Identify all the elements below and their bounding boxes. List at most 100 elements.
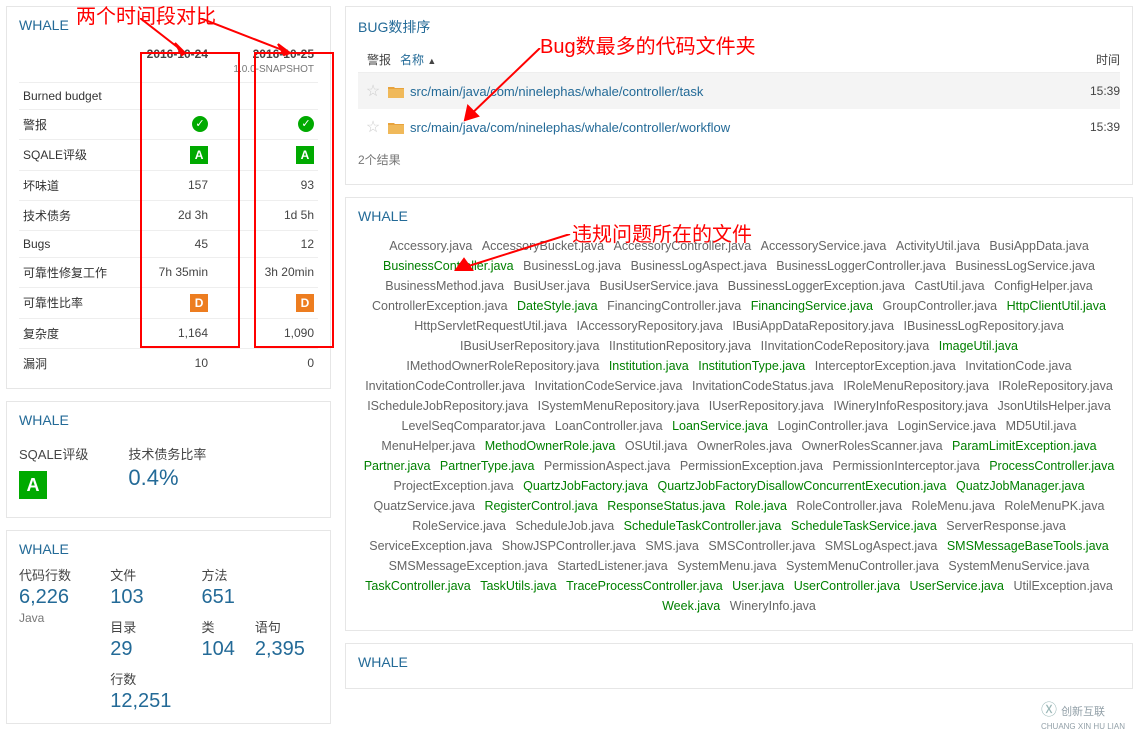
- file-item[interactable]: UserController.java: [794, 576, 900, 596]
- file-item[interactable]: ParamLimitException.java: [952, 436, 1097, 456]
- file-item[interactable]: BusinessController.java: [383, 256, 514, 276]
- file-item[interactable]: IBusiAppDataRepository.java: [732, 316, 894, 336]
- file-item[interactable]: QuartzJobFactory.java: [523, 476, 648, 496]
- file-item[interactable]: BusinessLog.java: [523, 256, 621, 276]
- bug-row[interactable]: ☆src/main/java/com/ninelephas/whale/cont…: [358, 109, 1120, 145]
- file-item[interactable]: RoleService.java: [412, 516, 506, 536]
- file-item[interactable]: LoginController.java: [777, 416, 888, 436]
- file-item[interactable]: JsonUtilsHelper.java: [998, 396, 1111, 416]
- file-item[interactable]: ScheduleTaskController.java: [624, 516, 782, 536]
- stmt-val[interactable]: 2,395: [255, 638, 305, 661]
- star-icon[interactable]: ☆: [358, 81, 388, 101]
- file-item[interactable]: HttpServletRequestUtil.java: [414, 316, 567, 336]
- file-item[interactable]: InterceptorException.java: [815, 356, 956, 376]
- file-item[interactable]: ServiceException.java: [369, 536, 492, 556]
- lines-val[interactable]: 12,251: [110, 690, 193, 713]
- file-item[interactable]: AccessoryController.java: [614, 236, 752, 256]
- bug-path[interactable]: src/main/java/com/ninelephas/whale/contr…: [388, 84, 1060, 99]
- file-item[interactable]: ActivityUtil.java: [896, 236, 980, 256]
- file-item[interactable]: InvitationCodeController.java: [365, 376, 525, 396]
- file-item[interactable]: QuatzJobManager.java: [956, 476, 1085, 496]
- file-item[interactable]: RoleMenu.java: [912, 496, 995, 516]
- file-item[interactable]: WineryInfo.java: [730, 596, 816, 616]
- file-item[interactable]: ImageUtil.java: [939, 336, 1018, 356]
- file-item[interactable]: StartedListener.java: [557, 556, 668, 576]
- file-item[interactable]: IScheduleJobRepository.java: [367, 396, 528, 416]
- file-item[interactable]: SMSMessageException.java: [389, 556, 548, 576]
- file-item[interactable]: OSUtil.java: [625, 436, 688, 456]
- files-val[interactable]: 103: [110, 586, 193, 609]
- file-item[interactable]: IInstitutionRepository.java: [609, 336, 751, 356]
- file-item[interactable]: SMSLogAspect.java: [825, 536, 938, 556]
- file-item[interactable]: ProcessController.java: [989, 456, 1114, 476]
- file-item[interactable]: ScheduleTaskService.java: [791, 516, 937, 536]
- star-icon[interactable]: ☆: [358, 117, 388, 137]
- file-item[interactable]: IBusiUserRepository.java: [460, 336, 599, 356]
- file-item[interactable]: UserService.java: [910, 576, 1004, 596]
- file-item[interactable]: FinancingService.java: [751, 296, 873, 316]
- classes-val[interactable]: 104: [201, 638, 234, 661]
- file-item[interactable]: ISystemMenuRepository.java: [538, 396, 700, 416]
- file-item[interactable]: TaskController.java: [365, 576, 471, 596]
- file-item[interactable]: IInvitationCodeRepository.java: [761, 336, 930, 356]
- file-item[interactable]: HttpClientUtil.java: [1007, 296, 1106, 316]
- file-item[interactable]: BusinessLogAspect.java: [631, 256, 767, 276]
- file-item[interactable]: Institution.java: [609, 356, 689, 376]
- file-item[interactable]: RoleMenuPK.java: [1004, 496, 1104, 516]
- file-item[interactable]: InvitationCodeService.java: [535, 376, 683, 396]
- file-item[interactable]: SystemMenuController.java: [786, 556, 939, 576]
- file-item[interactable]: ConfigHelper.java: [994, 276, 1093, 296]
- file-item[interactable]: ProjectException.java: [393, 476, 513, 496]
- file-item[interactable]: ShowJSPController.java: [502, 536, 636, 556]
- file-item[interactable]: PermissionException.java: [680, 456, 823, 476]
- file-item[interactable]: IWineryInfoRespository.java: [833, 396, 988, 416]
- file-item[interactable]: ControllerException.java: [372, 296, 508, 316]
- loc-val[interactable]: 6,226: [19, 586, 102, 609]
- file-item[interactable]: Partner.java: [364, 456, 431, 476]
- file-item[interactable]: BusinessLoggerController.java: [776, 256, 946, 276]
- col-alert[interactable]: 警报: [358, 51, 400, 68]
- file-item[interactable]: Role.java: [735, 496, 787, 516]
- file-item[interactable]: RegisterControl.java: [484, 496, 597, 516]
- file-item[interactable]: BusiAppData.java: [989, 236, 1088, 256]
- dirs-val[interactable]: 29: [110, 638, 193, 661]
- file-item[interactable]: SystemMenuService.java: [948, 556, 1089, 576]
- methods-val[interactable]: 651: [201, 586, 234, 609]
- file-item[interactable]: AccessoryBucket.java: [482, 236, 604, 256]
- file-item[interactable]: BusiUserService.java: [599, 276, 718, 296]
- file-item[interactable]: InvitationCodeStatus.java: [692, 376, 834, 396]
- file-item[interactable]: ScheduleJob.java: [515, 516, 614, 536]
- file-item[interactable]: TraceProcessController.java: [566, 576, 723, 596]
- file-item[interactable]: AccessoryService.java: [761, 236, 887, 256]
- file-item[interactable]: QuartzJobFactoryDisallowConcurrentExecut…: [657, 476, 946, 496]
- file-item[interactable]: BusiUser.java: [514, 276, 590, 296]
- file-item[interactable]: MD5Util.java: [1006, 416, 1077, 436]
- file-item[interactable]: LevelSeqComparator.java: [402, 416, 546, 436]
- file-item[interactable]: PermissionInterceptor.java: [832, 456, 979, 476]
- file-item[interactable]: MenuHelper.java: [381, 436, 475, 456]
- file-item[interactable]: ServerResponse.java: [946, 516, 1066, 536]
- file-item[interactable]: FinancingController.java: [607, 296, 741, 316]
- bug-row[interactable]: ☆src/main/java/com/ninelephas/whale/cont…: [358, 73, 1120, 109]
- file-item[interactable]: InvitationCode.java: [965, 356, 1071, 376]
- file-item[interactable]: Accessory.java: [389, 236, 472, 256]
- file-item[interactable]: MethodOwnerRole.java: [485, 436, 616, 456]
- file-item[interactable]: BussinessLoggerException.java: [728, 276, 905, 296]
- col-name[interactable]: 名称 ▲: [400, 51, 1060, 68]
- file-item[interactable]: BusinessLogService.java: [955, 256, 1095, 276]
- file-item[interactable]: GroupController.java: [882, 296, 997, 316]
- file-item[interactable]: LoginService.java: [897, 416, 996, 436]
- file-item[interactable]: UtilException.java: [1014, 576, 1113, 596]
- file-item[interactable]: SMSController.java: [708, 536, 815, 556]
- file-item[interactable]: LoanService.java: [672, 416, 768, 436]
- file-item[interactable]: User.java: [732, 576, 784, 596]
- file-item[interactable]: IRoleMenuRepository.java: [843, 376, 989, 396]
- file-item[interactable]: OwnerRoles.java: [697, 436, 792, 456]
- file-item[interactable]: Week.java: [662, 596, 720, 616]
- file-item[interactable]: IUserRepository.java: [709, 396, 824, 416]
- file-item[interactable]: BusinessMethod.java: [385, 276, 504, 296]
- file-item[interactable]: SMS.java: [645, 536, 699, 556]
- file-item[interactable]: RoleController.java: [796, 496, 902, 516]
- col-time[interactable]: 时间: [1060, 51, 1120, 68]
- file-item[interactable]: SMSMessageBaseTools.java: [947, 536, 1109, 556]
